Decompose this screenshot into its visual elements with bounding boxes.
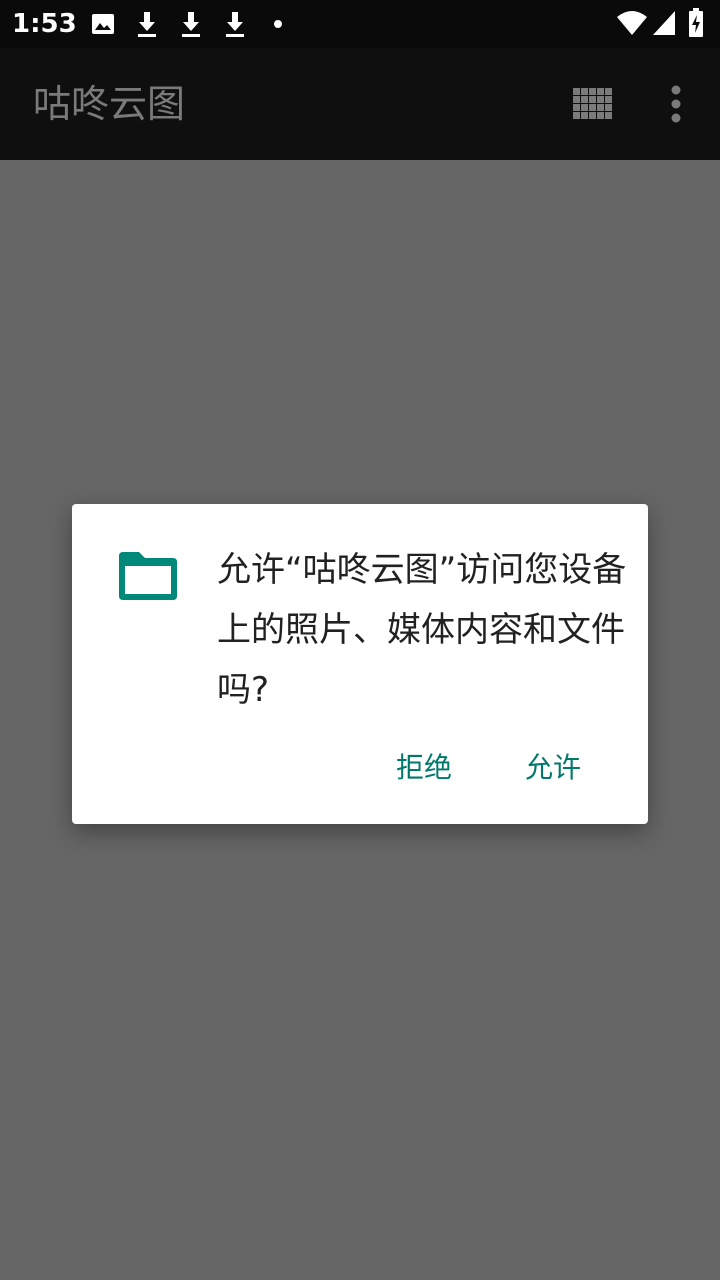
folder-icon <box>117 550 179 602</box>
status-time: 1:53 <box>12 9 77 39</box>
dialog-actions: 拒绝 允许 <box>72 740 648 796</box>
image-icon <box>91 12 115 36</box>
download-icon <box>180 10 202 38</box>
dialog-message: 允许“咕咚云图”访问您设备上的照片、媒体内容和文件吗? <box>217 550 627 710</box>
allow-button[interactable]: 允许 <box>517 740 589 796</box>
battery-charging-icon <box>688 8 704 38</box>
deny-button[interactable]: 拒绝 <box>388 740 460 796</box>
permission-dialog: 允许“咕咚云图”访问您设备上的照片、媒体内容和文件吗? 拒绝 允许 <box>72 504 648 824</box>
status-bar: 1:53 <box>0 0 720 48</box>
wifi-icon <box>616 10 648 36</box>
app-bar: 咕咚云图 <box>0 48 720 160</box>
download-icon <box>224 10 246 38</box>
download-icon <box>136 10 158 38</box>
app-title: 咕咚云图 <box>33 82 186 126</box>
grid-view-icon[interactable] <box>573 88 613 120</box>
more-vert-icon[interactable] <box>664 84 688 124</box>
dot-icon <box>273 19 283 29</box>
cell-signal-icon <box>652 10 676 36</box>
